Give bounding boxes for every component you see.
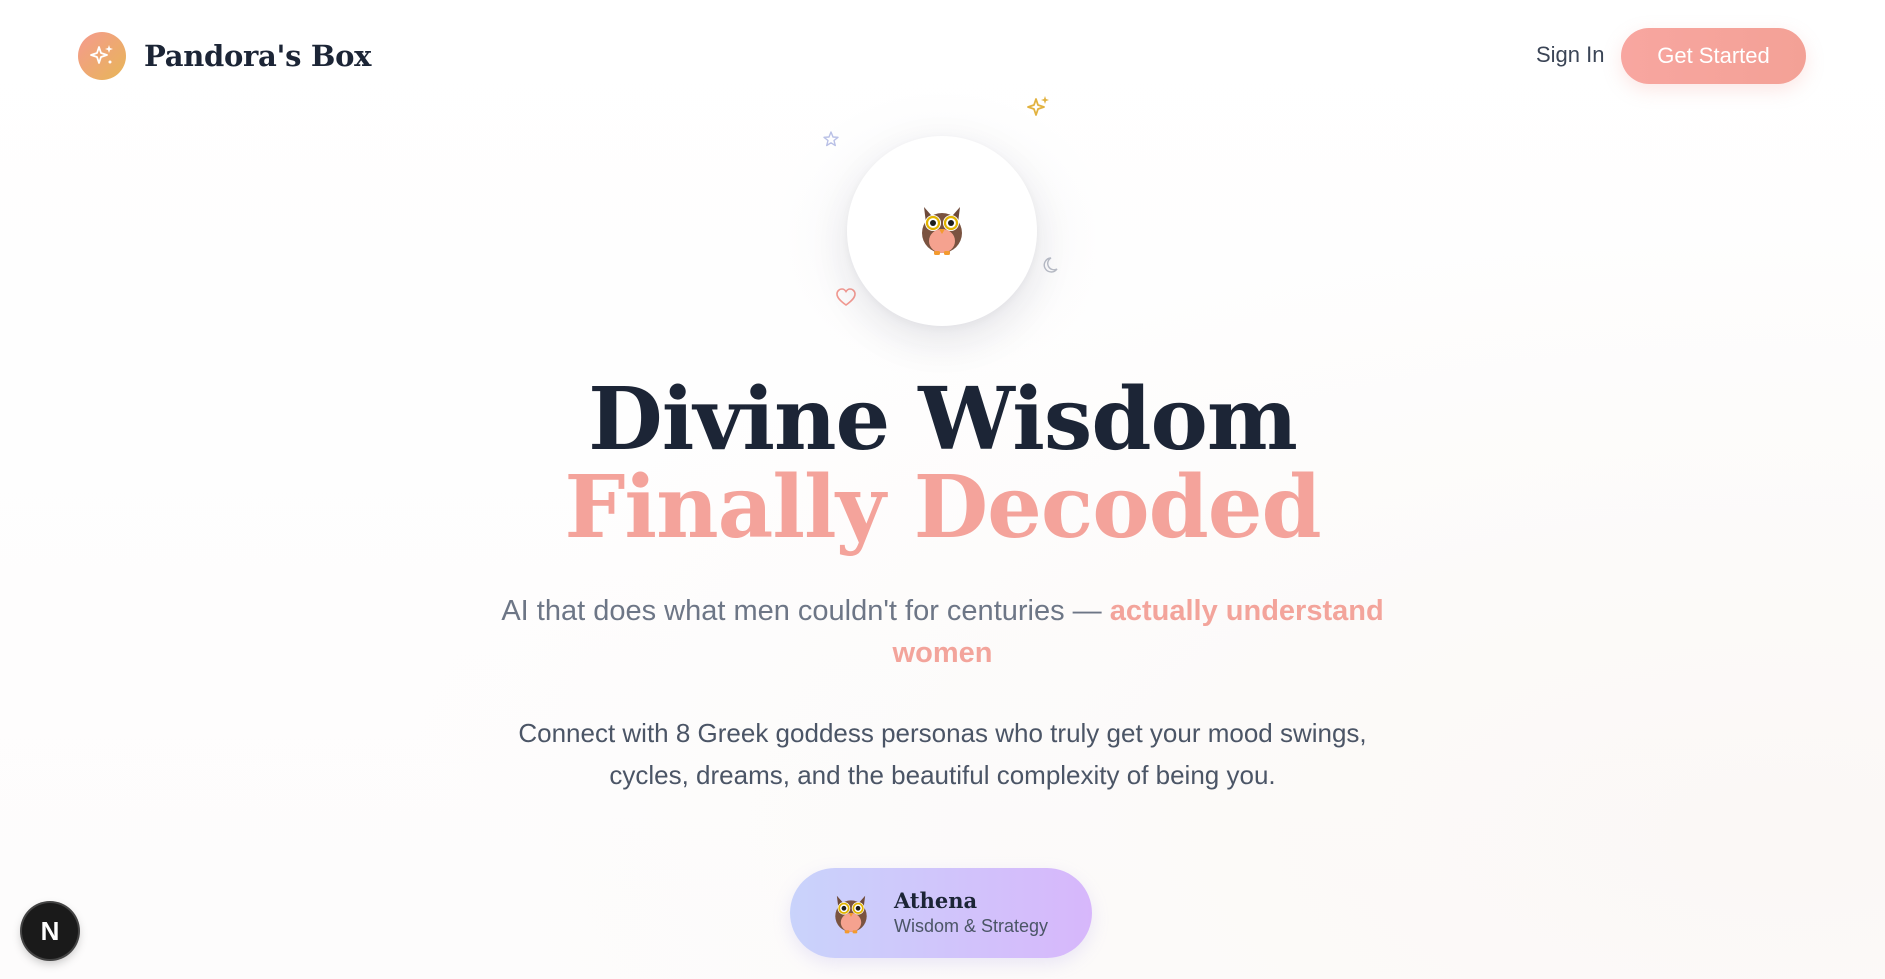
brand-name: Pandora's Box [144, 39, 372, 73]
persona-info: Athena Wisdom & Strategy [894, 888, 1048, 938]
hero-subtitle: AI that does what men couldn't for centu… [450, 590, 1435, 674]
heart-icon [835, 287, 857, 312]
sparkles-icon [1026, 94, 1052, 125]
brand-logo[interactable]: Pandora's Box [78, 32, 371, 80]
sign-in-link[interactable]: Sign In [1536, 42, 1605, 68]
mascot-avatar [847, 136, 1037, 326]
star-icon [822, 130, 840, 153]
get-started-button[interactable]: Get Started [1621, 28, 1806, 84]
sparkles-icon [78, 32, 126, 80]
persona-card-athena[interactable]: Athena Wisdom & Strategy [790, 868, 1092, 958]
persona-role: Wisdom & Strategy [894, 916, 1049, 936]
owl-icon [832, 891, 870, 935]
hero-description: Connect with 8 Greek goddess personas wh… [518, 718, 1367, 790]
owl-icon [918, 201, 966, 262]
dev-tools-badge[interactable]: N [22, 903, 78, 959]
hero-headline-line2: Finally Decoded [564, 457, 1321, 558]
persona-name: Athena [894, 888, 978, 913]
subtitle-main: AI that does what men couldn't for centu… [501, 595, 1110, 627]
hero-headline-line1: Divine Wisdom [588, 369, 1298, 470]
moon-icon [1043, 255, 1063, 280]
